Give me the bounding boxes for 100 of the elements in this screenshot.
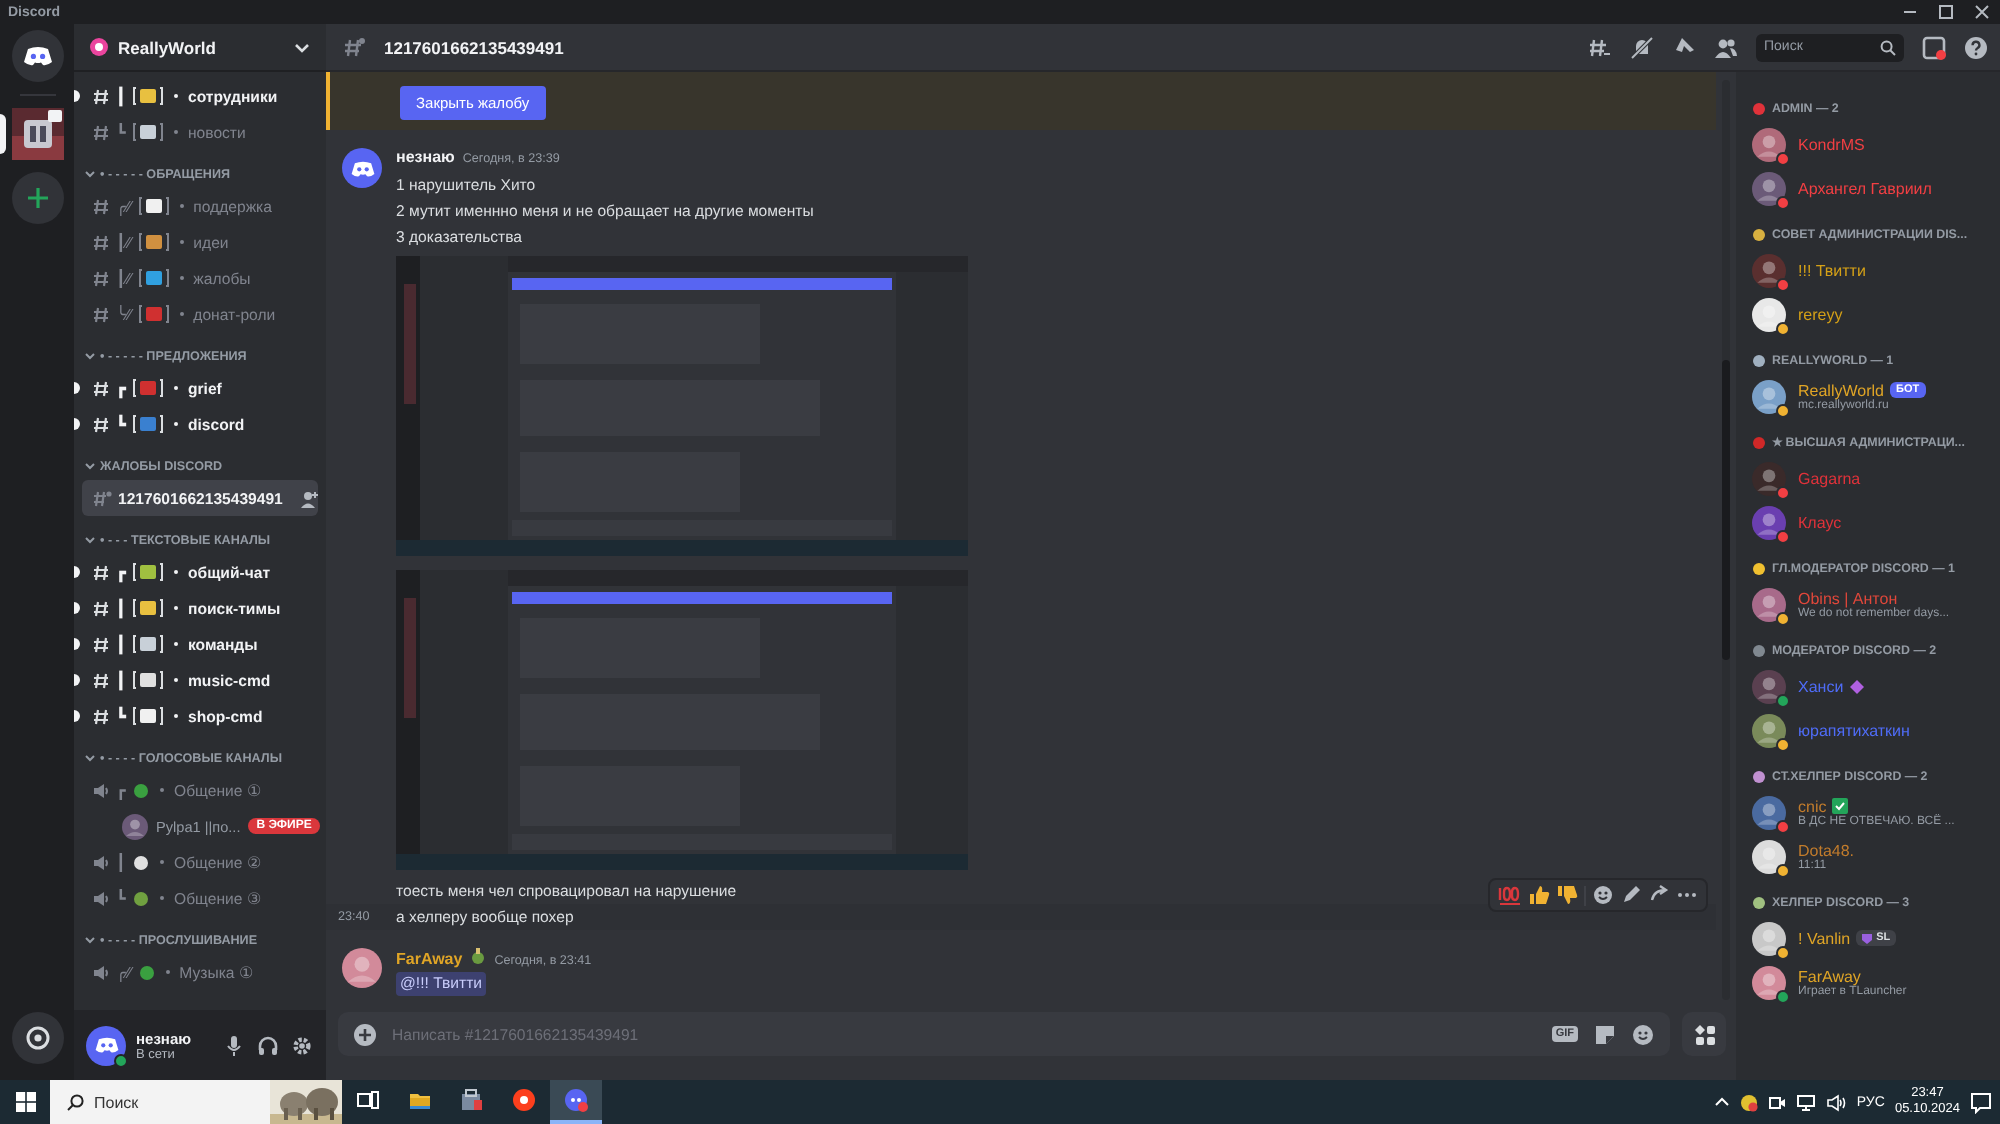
apps-button[interactable] (1682, 1012, 1726, 1056)
add-member-icon[interactable] (300, 489, 318, 507)
avatar (1752, 921, 1786, 955)
role-icon (1752, 895, 1766, 909)
bell-slash-icon[interactable] (1630, 35, 1654, 59)
member-name[interactable]: ReallyWorld (1798, 381, 1884, 399)
add-attachment-icon[interactable] (354, 1023, 376, 1045)
compass-icon (25, 1026, 49, 1050)
settings-icon[interactable] (290, 1033, 314, 1057)
inbox-icon[interactable] (1922, 35, 1946, 59)
avatar (1752, 127, 1786, 161)
hash-icon (92, 671, 110, 689)
message-author[interactable]: незнаю (396, 148, 455, 166)
speaker-icon (92, 889, 110, 907)
emoji-icon (132, 598, 164, 618)
avatar (1752, 379, 1786, 413)
emoji-icon (132, 706, 164, 726)
chevron-down-icon (84, 752, 96, 764)
headphones-icon[interactable] (256, 1033, 280, 1057)
hash-icon (92, 563, 110, 581)
chevron-down-icon (84, 350, 96, 362)
member-name[interactable]: cnic (1798, 797, 1827, 815)
thread-icon (92, 489, 112, 507)
role-icon (470, 948, 487, 964)
hash-icon (92, 635, 110, 653)
user-avatar[interactable] (86, 1025, 126, 1065)
member-name[interactable]: Gagarna (1798, 469, 1861, 487)
emoji-icon (132, 670, 164, 690)
microphone-icon[interactable] (222, 1033, 246, 1057)
task-view-icon (356, 1088, 380, 1112)
message-author[interactable]: FarAway (396, 950, 463, 968)
avatar (1752, 839, 1786, 873)
emoji-icon (132, 122, 164, 142)
hash-icon (92, 87, 110, 105)
threads-icon[interactable] (1588, 35, 1612, 59)
apps-icon (1693, 1023, 1715, 1045)
reply-arrow-icon[interactable] (1648, 884, 1670, 906)
emoji-icon (132, 562, 164, 582)
hash-icon (92, 197, 110, 215)
hash-icon (92, 123, 110, 141)
channel-title: 1217601662135439491 (384, 37, 566, 57)
role-icon (1752, 101, 1766, 115)
member-name[interactable]: KondrMS (1798, 135, 1865, 153)
role-icon (1752, 561, 1766, 575)
server-icon[interactable] (11, 108, 63, 160)
thumbs-down-icon[interactable] (1556, 884, 1578, 906)
hundred-icon[interactable] (1498, 884, 1522, 906)
emoji-icon (137, 196, 170, 216)
discover-button[interactable] (11, 1012, 63, 1064)
plus-icon (25, 186, 49, 210)
avatar (1752, 253, 1786, 287)
home-button[interactable] (11, 30, 63, 82)
server-name[interactable]: ReallyWorld (118, 37, 284, 57)
tray-app-icon[interactable] (1740, 1093, 1759, 1111)
add-server-button[interactable] (11, 172, 63, 224)
member-name[interactable]: Ханси (1798, 677, 1844, 695)
speaker-icon (92, 963, 110, 981)
emoji-icon (132, 414, 164, 434)
discord-logo-icon (93, 1032, 119, 1058)
emoji-icon (137, 232, 170, 252)
network-icon[interactable] (1796, 1093, 1817, 1111)
avatar (1752, 461, 1786, 495)
chevron-down-icon (84, 534, 96, 546)
taskbar-search[interactable]: Поиск (50, 1080, 342, 1124)
avatar (1752, 297, 1786, 331)
role-icon (1752, 227, 1766, 241)
emoji-icon (132, 634, 164, 654)
role-icon (1752, 353, 1766, 367)
chevron-down-icon (84, 168, 96, 180)
member-name[interactable]: Клаус (1798, 513, 1842, 531)
emoji-icon (132, 378, 164, 398)
member-name[interactable]: !!! Твитти (1798, 261, 1866, 279)
notification-icon[interactable] (1970, 1091, 1992, 1113)
chevron-up-icon[interactable] (1714, 1094, 1731, 1110)
server-badge-icon (90, 38, 108, 56)
search-input[interactable]: Поиск (94, 1093, 260, 1111)
avatar (1752, 587, 1786, 621)
emoji-icon[interactable] (1632, 1023, 1654, 1045)
member-name[interactable]: Dota48. (1798, 841, 1855, 859)
member-name[interactable]: FarAway (1798, 967, 1861, 985)
windows-logo-icon (15, 1092, 35, 1112)
avatar (342, 948, 382, 988)
search-icon (1880, 39, 1896, 55)
avatar (1752, 795, 1786, 829)
tag-icon (1862, 933, 1873, 943)
member-name[interactable]: ! Vanlin (1798, 929, 1851, 947)
member-name[interactable]: rereyy (1798, 305, 1843, 323)
member-name[interactable]: юрапятихаткин (1798, 721, 1910, 739)
volume-icon[interactable] (1826, 1093, 1847, 1111)
help-icon[interactable] (1964, 35, 1988, 59)
sticker-icon[interactable] (1594, 1023, 1616, 1045)
hash-icon (92, 599, 110, 617)
member-name[interactable]: Obins | Антон (1798, 589, 1898, 607)
hash-icon (92, 233, 110, 251)
chevron-down-icon[interactable] (294, 39, 310, 55)
member-name[interactable]: Архангел Гавриил (1798, 179, 1932, 197)
add-reaction-icon[interactable] (1592, 884, 1614, 906)
emoji-icon (132, 781, 150, 799)
thumbs-up-icon[interactable] (1528, 884, 1550, 906)
members-icon[interactable] (1714, 35, 1738, 59)
